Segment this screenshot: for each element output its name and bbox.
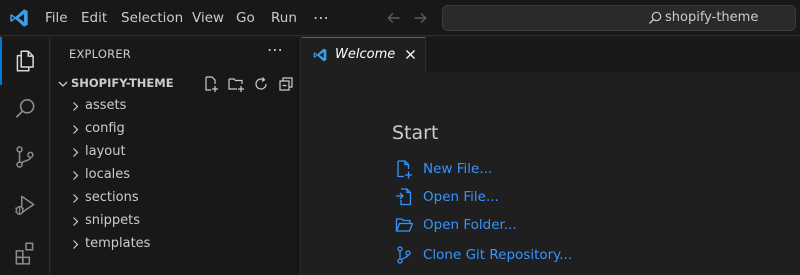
sidebar-title: EXPLORER [69, 47, 131, 61]
tree-folder-assets[interactable]: assets [51, 95, 301, 118]
sidebar-more-button[interactable]: ⋯ [267, 40, 284, 59]
forward-arrow-icon[interactable] [411, 9, 429, 27]
open-file-icon [396, 188, 412, 206]
command-center-search[interactable]: shopify-theme [442, 5, 796, 31]
menu-more-button[interactable]: ⋯ [313, 0, 329, 36]
vscode-logo-icon [313, 48, 327, 62]
chevron-right-icon [73, 171, 79, 180]
run-debug-icon [15, 195, 35, 216]
welcome-editor: Start New File... Open File... Open Fold… [302, 72, 800, 275]
open-file-label: Open File... [423, 189, 499, 205]
tree-item-label: sections [85, 190, 139, 205]
search-icon [649, 11, 662, 24]
editor-tab-bar: Welcome [302, 37, 800, 72]
tree-folder-layout[interactable]: layout [51, 141, 301, 164]
menu-selection[interactable]: Selection [121, 0, 183, 36]
search-text: shopify-theme [665, 10, 759, 25]
new-file-icon[interactable] [202, 75, 220, 93]
tree-item-label: config [85, 121, 125, 136]
activity-bar [0, 37, 50, 275]
activity-explorer[interactable] [0, 37, 50, 85]
activity-search[interactable] [0, 85, 50, 133]
tree-folder-config[interactable]: config [51, 118, 301, 141]
back-arrow-icon[interactable] [385, 9, 403, 27]
chevron-right-icon [73, 125, 79, 134]
open-folder-label: Open Folder... [423, 217, 517, 233]
chevron-right-icon [73, 102, 79, 111]
workspace-folder-header[interactable]: SHOPIFY-THEME [51, 73, 301, 95]
new-file-icon [397, 160, 412, 179]
explorer-icon [16, 50, 34, 72]
tab-label: Welcome [335, 47, 396, 62]
source-control-icon [397, 246, 411, 264]
menu-run[interactable]: Run [271, 0, 297, 36]
start-heading: Start [392, 122, 439, 144]
close-icon[interactable] [404, 48, 417, 61]
tree-folder-locales[interactable]: locales [51, 164, 301, 187]
source-control-icon [16, 146, 34, 168]
chevron-right-icon [73, 194, 79, 203]
extensions-icon [15, 242, 34, 265]
chevron-right-icon [73, 148, 79, 157]
menu-view[interactable]: View [192, 0, 224, 36]
tree-item-label: locales [85, 167, 131, 182]
activity-extensions[interactable] [0, 229, 50, 275]
tree-folder-templates[interactable]: templates [51, 233, 301, 256]
title-bar: File Edit Selection View Go Run ⋯ shopif… [0, 0, 800, 36]
refresh-icon[interactable] [252, 75, 270, 93]
menu-edit[interactable]: Edit [81, 0, 107, 36]
search-icon [15, 98, 35, 118]
menu-file[interactable]: File [45, 0, 68, 36]
chevron-right-icon [73, 240, 79, 249]
workspace-folder-name: SHOPIFY-THEME [71, 76, 174, 90]
new-folder-icon[interactable] [227, 75, 245, 93]
chevron-down-icon [58, 81, 68, 87]
activity-source-control[interactable] [0, 133, 50, 181]
activity-run-debug[interactable] [0, 181, 50, 229]
tree-item-label: snippets [85, 213, 140, 228]
tree-folder-snippets[interactable]: snippets [51, 210, 301, 233]
clone-git-repository-label: Clone Git Repository... [423, 247, 573, 263]
collapse-all-icon[interactable] [277, 75, 295, 93]
tree-item-label: templates [85, 236, 151, 251]
tree-item-label: layout [85, 144, 126, 159]
new-file-label: New File... [423, 161, 493, 177]
tab-welcome[interactable]: Welcome [302, 37, 426, 72]
open-folder-icon [395, 218, 414, 232]
explorer-sidebar: EXPLORER ⋯ SHOPIFY-THEME assets config l… [51, 37, 301, 275]
tree-item-label: assets [85, 98, 127, 113]
chevron-right-icon [73, 217, 79, 226]
menu-go[interactable]: Go [236, 0, 255, 36]
tree-folder-sections[interactable]: sections [51, 187, 301, 210]
vscode-logo-icon [10, 9, 28, 27]
